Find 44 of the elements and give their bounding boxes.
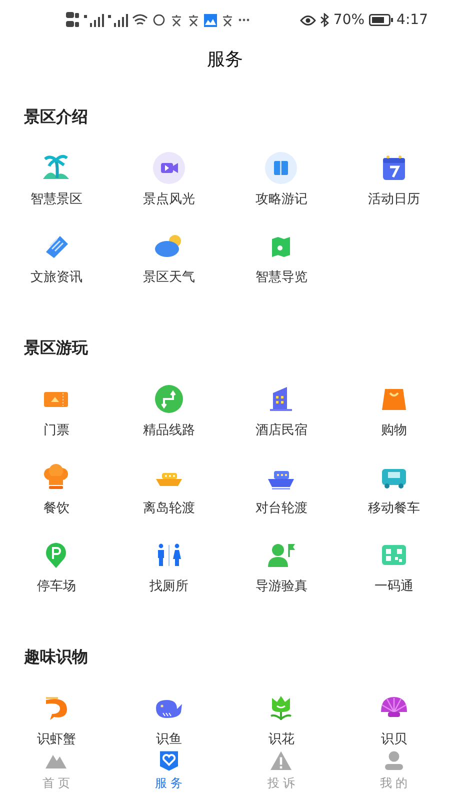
- eye-icon: [300, 14, 316, 26]
- signal-icon: [108, 13, 128, 27]
- service-label[interactable]: 餐饮: [43, 501, 70, 517]
- nav-tab[interactable]: 服 务: [148, 749, 189, 800]
- service-label[interactable]: 识花: [268, 732, 294, 745]
- service-label[interactable]: 购物: [380, 423, 407, 439]
- service-label[interactable]: 门票: [43, 423, 70, 439]
- app-icon: [204, 14, 217, 26]
- service-label[interactable]: 一码通: [374, 579, 414, 595]
- signal-icon: [84, 13, 104, 27]
- service-label[interactable]: 精品线路: [142, 423, 195, 439]
- battery-icon: [368, 14, 393, 26]
- service-label[interactable]: 离岛轮渡: [142, 501, 195, 517]
- service-label[interactable]: 文旅资讯: [30, 270, 82, 286]
- battery-percent: 70%: [333, 12, 365, 28]
- service-label[interactable]: 识贝: [380, 732, 407, 745]
- service-label[interactable]: 移动餐车: [368, 501, 420, 517]
- service-label[interactable]: 智慧导览: [255, 270, 308, 286]
- warning-icon: [268, 749, 294, 773]
- hd-badge-icon: [66, 11, 80, 29]
- section-title: 趣味识物: [23, 647, 88, 667]
- service-label[interactable]: 找厕所: [149, 579, 188, 595]
- book-icon[interactable]: [265, 152, 298, 184]
- service-label[interactable]: 停车场: [36, 579, 76, 595]
- route-icon[interactable]: [152, 383, 185, 415]
- service-label[interactable]: 景点风光: [142, 192, 195, 208]
- service-label[interactable]: 识鱼: [156, 732, 182, 745]
- service-label[interactable]: 景区天气: [142, 270, 195, 286]
- bluetooth-icon: [320, 13, 330, 27]
- page-title: 服务: [207, 48, 243, 72]
- clock-time: 4:17: [396, 12, 428, 28]
- video-camera-icon[interactable]: [152, 152, 185, 184]
- more-icon: [238, 18, 250, 22]
- chat-bubble-icon: [152, 14, 166, 26]
- service-label[interactable]: 对台轮渡: [255, 501, 308, 517]
- service-label[interactable]: 智慧景区: [30, 192, 82, 208]
- service-label[interactable]: 识虾蟹: [36, 732, 76, 745]
- service-label[interactable]: 导游验真: [255, 579, 308, 595]
- service-label[interactable]: 酒店民宿: [255, 423, 308, 439]
- service-label[interactable]: 攻略游记: [255, 192, 308, 208]
- section-title: 景区介绍: [23, 107, 88, 127]
- wifi-icon: [132, 14, 148, 26]
- service-label[interactable]: 活动日历: [368, 192, 420, 208]
- section-title: 景区游玩: [23, 338, 88, 358]
